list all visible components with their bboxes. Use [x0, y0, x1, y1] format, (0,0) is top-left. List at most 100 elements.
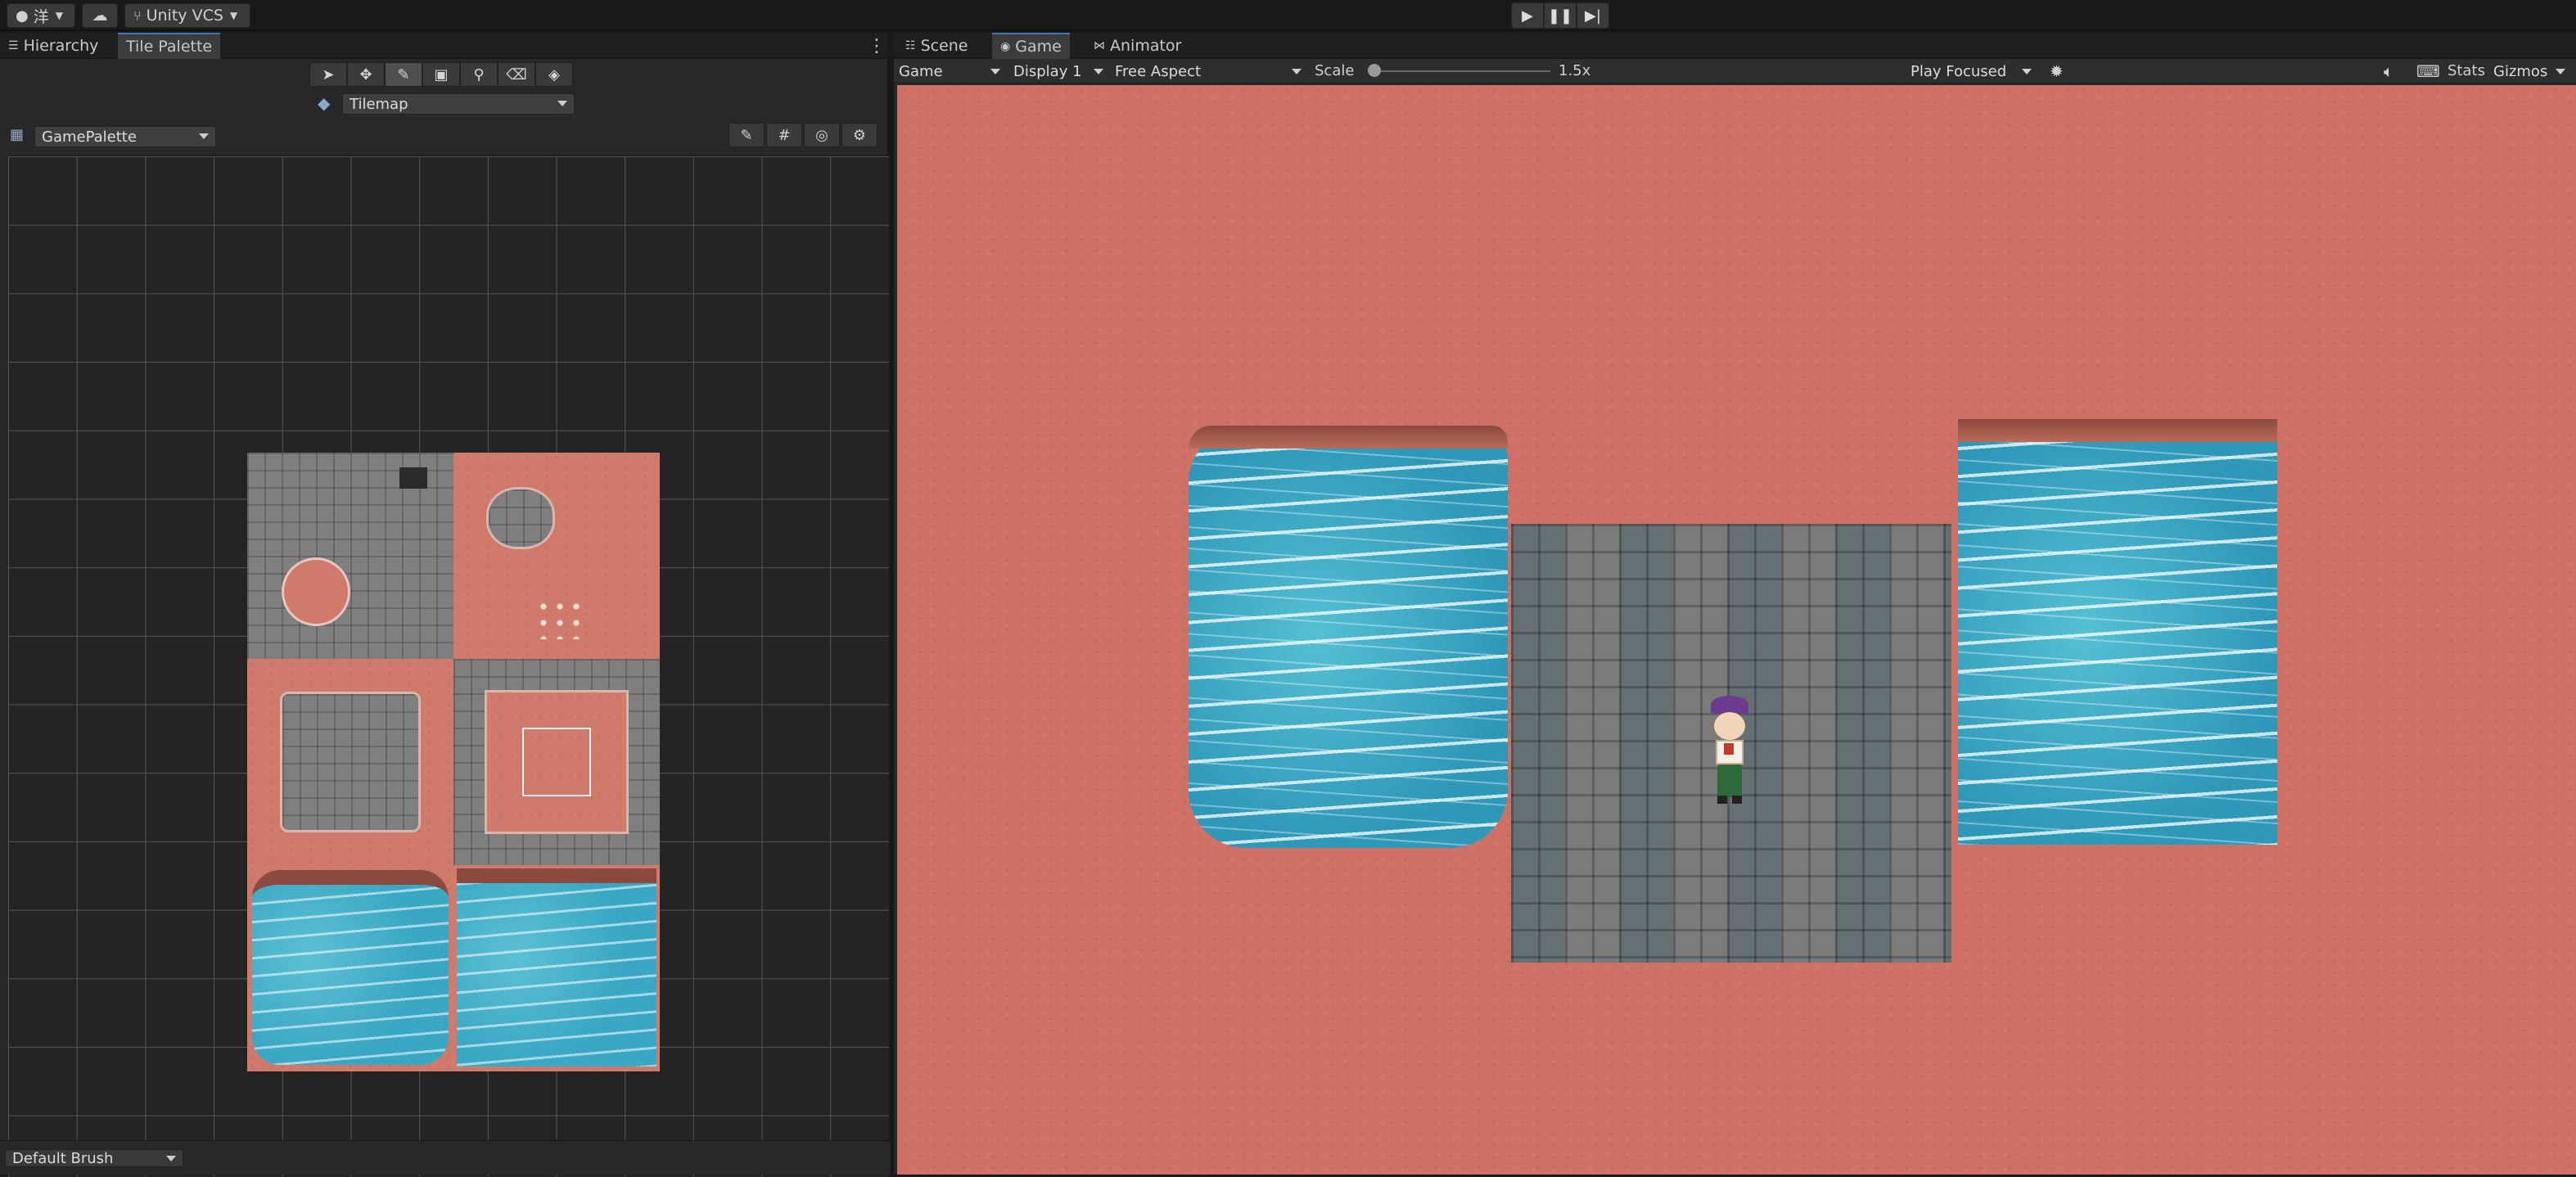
tab-game[interactable]: ◉ Game	[992, 33, 1070, 59]
play-mode-label: Play Focused	[1911, 62, 2007, 80]
active-tilemap-dropdown[interactable]: Tilemap	[342, 93, 575, 115]
account-dropdown[interactable]: ● 洋 ▼	[7, 3, 75, 28]
game-viewport[interactable]	[897, 85, 2576, 1175]
right-tab-bar: ☷ Scene ◉ Game ⋈ Animator	[894, 33, 2576, 59]
legs-shape	[1717, 764, 1742, 797]
aspect-dropdown[interactable]: Free Aspect	[1110, 61, 1306, 82]
chevron-down-icon	[199, 133, 209, 139]
stone-patch-shape	[486, 487, 555, 549]
move-tool-button[interactable]: ✥	[347, 62, 385, 87]
palette-edit-tools: ✎ # ◎ ⚙	[729, 123, 877, 147]
audio-icon[interactable]: 🔈︎	[2384, 61, 2393, 81]
cloud-button[interactable]: ☁	[82, 3, 118, 28]
eraser-tool-button[interactable]: ⌫	[498, 62, 535, 87]
pause-button[interactable]: ❚❚	[1544, 2, 1577, 29]
tab-hierarchy-label: Hierarchy	[23, 37, 99, 55]
play-mode-dropdown[interactable]: Play Focused	[1906, 61, 2037, 82]
vcs-dropdown[interactable]: ⑂ Unity VCS ▼	[124, 3, 250, 28]
game-view-toolbar: Game Display 1 Free Aspect Scale 1.5x Pl…	[894, 59, 2576, 83]
water-round-shape	[252, 870, 449, 1065]
tab-scene-label: Scene	[920, 37, 968, 55]
paint-tool-button[interactable]: ✎	[385, 62, 422, 87]
chevron-down-icon	[1094, 69, 1103, 74]
picker-tool-button[interactable]: ⚲	[460, 62, 498, 87]
tile-stone-frame[interactable]	[453, 659, 660, 865]
tile-water-pool-round[interactable]	[247, 865, 453, 1071]
gizmo-toggle-button[interactable]: ◎	[804, 123, 840, 147]
brush-dropdown[interactable]: Default Brush	[5, 1149, 183, 1167]
move-icon: ✥	[359, 65, 372, 83]
sand-hole-shape	[282, 557, 350, 626]
crack-shape	[399, 467, 427, 489]
unity-editor: ● 洋 ▼ ☁ ⑂ Unity VCS ▼ ▶ ❚❚ ▶| ☰ Hierarch…	[0, 0, 2576, 1177]
chevron-down-icon	[2556, 69, 2565, 74]
scale-slider[interactable]	[1370, 70, 1550, 72]
tab-hierarchy[interactable]: ☰ Hierarchy	[0, 33, 106, 59]
tab-game-label: Game	[1015, 38, 1062, 56]
head-shape	[1714, 712, 1745, 740]
chevron-down-icon	[990, 69, 1000, 74]
tile-sand-stone-patch[interactable]	[453, 453, 660, 659]
gear-icon: ⚙	[852, 126, 867, 144]
game-window: ☷ Scene ◉ Game ⋈ Animator Game Display 1	[894, 33, 2576, 1175]
more-options-icon[interactable]: ⋮	[868, 36, 886, 56]
game-mode-dropdown[interactable]: Game	[894, 61, 1005, 82]
gizmos-dropdown[interactable]: Gizmos	[2488, 61, 2570, 82]
list-icon: ☰	[8, 39, 19, 52]
branch-icon: ⑂	[133, 7, 142, 24]
cloud-icon: ☁	[92, 7, 108, 25]
flower-decoration	[535, 598, 584, 639]
tile-stone-floor[interactable]	[247, 453, 453, 659]
palette-settings-button[interactable]: ⚙	[841, 123, 877, 147]
water-square-shape	[457, 868, 656, 1067]
palette-grid[interactable]	[8, 156, 889, 1177]
bug-icon[interactable]: ✹	[2050, 61, 2064, 81]
select-icon: ➤	[322, 65, 335, 83]
water-pool-right	[1958, 419, 2277, 845]
stone-island-shape	[280, 692, 421, 832]
pencil-icon: ✎	[740, 126, 753, 144]
box-fill-tool-button[interactable]: ▣	[422, 62, 460, 87]
edit-palette-button[interactable]: ✎	[729, 123, 765, 147]
account-icon: ●	[16, 7, 29, 25]
chevron-down-icon: ▼	[55, 10, 63, 21]
tab-tile-palette[interactable]: Tile Palette	[118, 33, 221, 59]
chevron-down-icon	[2022, 69, 2032, 74]
playmode-controls: ▶ ❚❚ ▶|	[1511, 2, 1609, 29]
select-tool-button[interactable]: ➤	[309, 62, 347, 87]
water-pool-left	[1189, 426, 1508, 848]
tile-tool-group: ➤ ✥ ✎ ▣ ⚲ ⌫ ◈	[309, 62, 573, 87]
gamepad-icon: ◉	[1000, 40, 1011, 53]
main-toolbar: ● 洋 ▼ ☁ ⑂ Unity VCS ▼ ▶ ❚❚ ▶|	[0, 0, 2576, 31]
tab-animator[interactable]: ⋈ Animator	[1085, 33, 1189, 59]
stats-button[interactable]: Stats	[2447, 62, 2485, 79]
player-character[interactable]	[1701, 696, 1758, 818]
tilemap-icon: ◆	[318, 93, 331, 113]
active-tilemap-label: Tilemap	[350, 95, 408, 113]
game-mode-label: Game	[899, 62, 943, 80]
tile-sand-stone-island[interactable]	[247, 659, 453, 865]
tile-palette-window: ☰ Hierarchy Tile Palette ⋮ ➤ ✥ ✎ ▣ ⚲ ⌫ ◈…	[0, 33, 891, 1177]
keyboard-icon[interactable]: ⌨	[2416, 61, 2440, 81]
animator-icon: ⋈	[1094, 39, 1105, 52]
fill-tool-button[interactable]: ◈	[535, 62, 573, 87]
step-button[interactable]: ▶|	[1577, 2, 1609, 29]
scale-slider-handle[interactable]	[1368, 64, 1381, 77]
tile-water-pool-square[interactable]	[453, 865, 660, 1071]
fill-icon: ◈	[548, 65, 560, 83]
palette-label: GamePalette	[42, 128, 137, 146]
vcs-label: Unity VCS	[146, 7, 223, 25]
account-label: 洋	[33, 7, 49, 26]
box-fill-icon: ▣	[434, 65, 449, 83]
tab-scene[interactable]: ☷ Scene	[897, 33, 977, 59]
pool-rim	[1189, 426, 1508, 449]
scale-label: Scale	[1315, 62, 1355, 79]
palette-dropdown[interactable]: GamePalette	[34, 126, 216, 147]
scarf-shape	[1724, 743, 1734, 755]
brush-label: Default Brush	[12, 1149, 114, 1167]
grid-toggle-button[interactable]: #	[766, 123, 802, 147]
display-dropdown[interactable]: Display 1	[1008, 61, 1108, 82]
grid-icon: #	[778, 126, 791, 144]
play-button[interactable]: ▶	[1511, 2, 1544, 29]
chevron-down-icon	[166, 1156, 176, 1161]
